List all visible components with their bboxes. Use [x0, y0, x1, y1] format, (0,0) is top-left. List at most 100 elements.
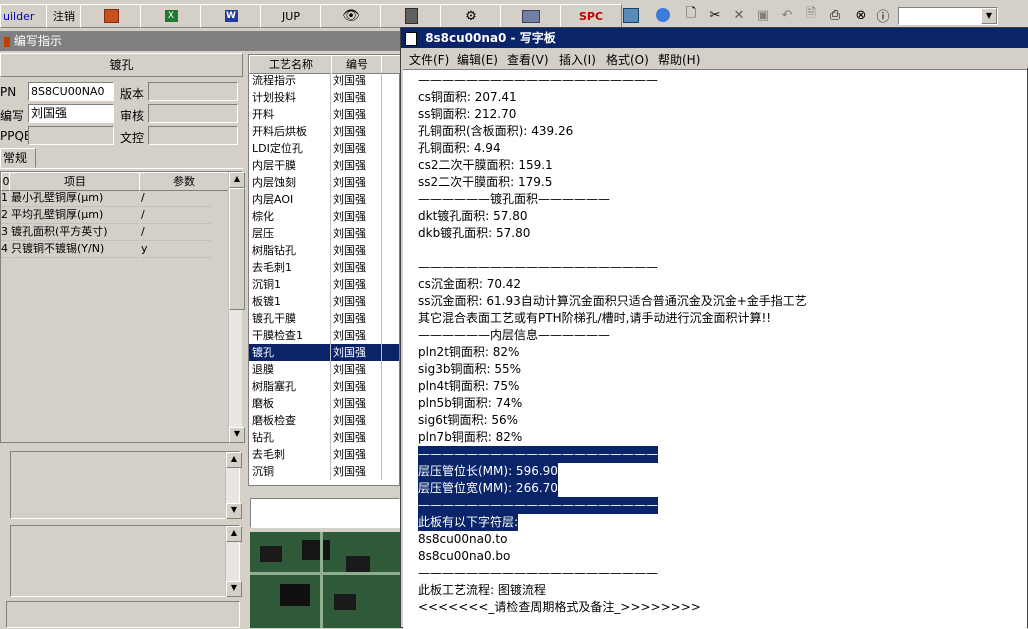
menu-view[interactable]: 查看(V) [507, 51, 549, 68]
param-row-item[interactable]: 只镀铜不镀锡(Y/N) [11, 240, 139, 258]
process-row[interactable]: 退膜 刘国强 [249, 361, 399, 378]
param-row-no[interactable]: 3 [1, 223, 9, 241]
note-box-1-scrollbar[interactable]: ▲ ▼ [225, 452, 242, 519]
delete-icon[interactable]: ✕ [730, 6, 748, 24]
globe-icon[interactable] [654, 6, 672, 24]
process-row[interactable]: 开料后烘板 刘国强 [249, 123, 399, 140]
note-box-2[interactable]: ▲ ▼ [10, 525, 242, 597]
param-row-no[interactable]: 4 [1, 240, 9, 258]
process-row[interactable]: LDI定位孔 刘国强 [249, 140, 399, 157]
menu-insert[interactable]: 插入(I) [559, 51, 596, 68]
version-field[interactable] [148, 82, 238, 101]
writer-field[interactable]: 刘国强 [28, 104, 114, 123]
process-row[interactable]: 层压 刘国强 [249, 225, 399, 242]
wordpad-menubar: 文件(F) 编辑(E) 查看(V) 插入(I) 格式(O) 帮助(H) [401, 48, 1028, 68]
param-row-no[interactable]: 1 [1, 189, 9, 207]
process-row[interactable]: 磨板 刘国强 [249, 395, 399, 412]
process-row[interactable]: 干膜检查1 刘国强 [249, 327, 399, 344]
jup-button[interactable]: JUP [260, 4, 322, 28]
powerpoint-button[interactable] [80, 4, 142, 28]
process-row[interactable]: 棕化 刘国强 [249, 208, 399, 225]
ppqe-field[interactable] [28, 126, 114, 145]
wordpad-text-area[interactable]: ———————————————————— cs铜面积: 207.41 ss铜面积: … [403, 69, 1027, 629]
process-row[interactable]: 计划投料 刘国强 [249, 89, 399, 106]
param-row-value[interactable]: y [141, 240, 211, 258]
scroll-down-icon[interactable]: ▼ [229, 427, 245, 443]
process-filter-input[interactable] [250, 498, 400, 528]
process-row[interactable]: 内层干膜 刘国强 [249, 157, 399, 174]
preview-icon[interactable]: 🗎 [802, 6, 820, 24]
menu-edit[interactable]: 编辑(E) [457, 51, 498, 68]
new-page-icon[interactable]: 🗋 [682, 6, 700, 24]
menu-format[interactable]: 格式(O) [606, 51, 649, 68]
print-icon[interactable]: ⎙ [826, 6, 844, 24]
process-row[interactable]: 板镀1 刘国强 [249, 293, 399, 310]
scroll-up-icon[interactable]: ▲ [226, 526, 242, 542]
review-field[interactable] [148, 104, 238, 123]
scroll-down-icon[interactable]: ▼ [226, 503, 242, 519]
pn-field[interactable]: 8S8CU00NA0 [28, 82, 114, 101]
process-person: 刘国强 [333, 259, 382, 276]
process-row[interactable]: 磨板检查 刘国强 [249, 412, 399, 429]
spc-button[interactable]: SPC [560, 4, 622, 28]
chevron-down-icon[interactable]: ▼ [981, 8, 997, 24]
find-icon[interactable]: ⊗ [852, 6, 870, 24]
pn-label: PN [0, 85, 17, 99]
undo-icon[interactable]: ↶ [778, 6, 796, 24]
excel-icon: X [164, 10, 178, 22]
process-person: 刘国强 [333, 123, 382, 140]
process-row[interactable]: 开料 刘国强 [249, 106, 399, 123]
param-scrollbar[interactable]: ▲ ▼ [228, 172, 245, 443]
process-row[interactable]: 钻孔 刘国强 [249, 429, 399, 446]
control-field[interactable] [148, 126, 238, 145]
builder-button[interactable]: uilder [0, 4, 48, 28]
param-row-item[interactable]: 平均孔壁铜厚(μm) [11, 206, 139, 224]
process-row[interactable]: 沉铜1 刘国强 [249, 276, 399, 293]
process-row[interactable]: 去毛刺 刘国强 [249, 446, 399, 463]
tab-general[interactable]: 常规 [0, 148, 36, 168]
document-line: cs2二次干膜面积: 159.1 [418, 158, 553, 172]
process-row[interactable]: 沉铜 刘国强 [249, 463, 399, 480]
tools-button[interactable]: ⚙ [440, 4, 502, 28]
save-icon[interactable]: ▣ [754, 6, 772, 24]
note-box-1[interactable]: ▲ ▼ [10, 451, 242, 519]
printer-device-button[interactable] [500, 4, 562, 28]
process-person: 刘国强 [333, 395, 382, 412]
param-row-value[interactable]: / [141, 189, 211, 207]
logout-button[interactable]: 注销 [46, 4, 82, 28]
process-person: 刘国强 [333, 225, 382, 242]
document-button[interactable] [380, 4, 442, 28]
param-row-value[interactable]: / [141, 223, 211, 241]
process-row[interactable]: 镀孔干膜 刘国强 [249, 310, 399, 327]
note-box-3[interactable] [6, 601, 240, 628]
review-label: 审核 [120, 109, 145, 123]
help-icon[interactable]: ⓘ [874, 6, 892, 25]
process-row[interactable]: 树脂钻孔 刘国强 [249, 242, 399, 259]
process-row[interactable]: 镀孔 刘国强 [249, 344, 399, 361]
excel-button[interactable]: X [140, 4, 202, 28]
scroll-thumb[interactable] [229, 188, 245, 310]
process-row[interactable]: 去毛刺1 刘国强 [249, 259, 399, 276]
cut-icon[interactable]: ✂ [706, 6, 724, 24]
process-name: 内层干膜 [252, 157, 331, 174]
binder-icon [404, 8, 418, 24]
menu-file[interactable]: 文件(F) [409, 51, 449, 68]
calendar-icon[interactable] [622, 6, 640, 24]
process-row[interactable]: 内层蚀刻 刘国强 [249, 174, 399, 191]
param-row-no[interactable]: 2 [1, 206, 9, 224]
note-box-2-scrollbar[interactable]: ▲ ▼ [225, 526, 242, 597]
param-row-item[interactable]: 最小孔壁铜厚(μm) [11, 189, 139, 207]
scroll-up-icon[interactable]: ▲ [226, 452, 242, 468]
word-button[interactable]: W [200, 4, 262, 28]
process-row[interactable]: 流程指示 刘国强 [249, 72, 399, 89]
scroll-up-icon[interactable]: ▲ [229, 172, 245, 188]
process-person: 刘国强 [333, 378, 382, 395]
param-row-value[interactable]: / [141, 206, 211, 224]
process-row[interactable]: 树脂塞孔 刘国强 [249, 378, 399, 395]
process-row[interactable]: 内层AOI 刘国强 [249, 191, 399, 208]
menu-help[interactable]: 帮助(H) [658, 51, 700, 68]
scroll-down-icon[interactable]: ▼ [226, 581, 242, 597]
toolbar-dropdown[interactable]: ▼ [898, 7, 998, 25]
view-button[interactable]: 👁 [320, 4, 382, 28]
param-row-item[interactable]: 镀孔面积(平方英寸) [11, 223, 139, 241]
